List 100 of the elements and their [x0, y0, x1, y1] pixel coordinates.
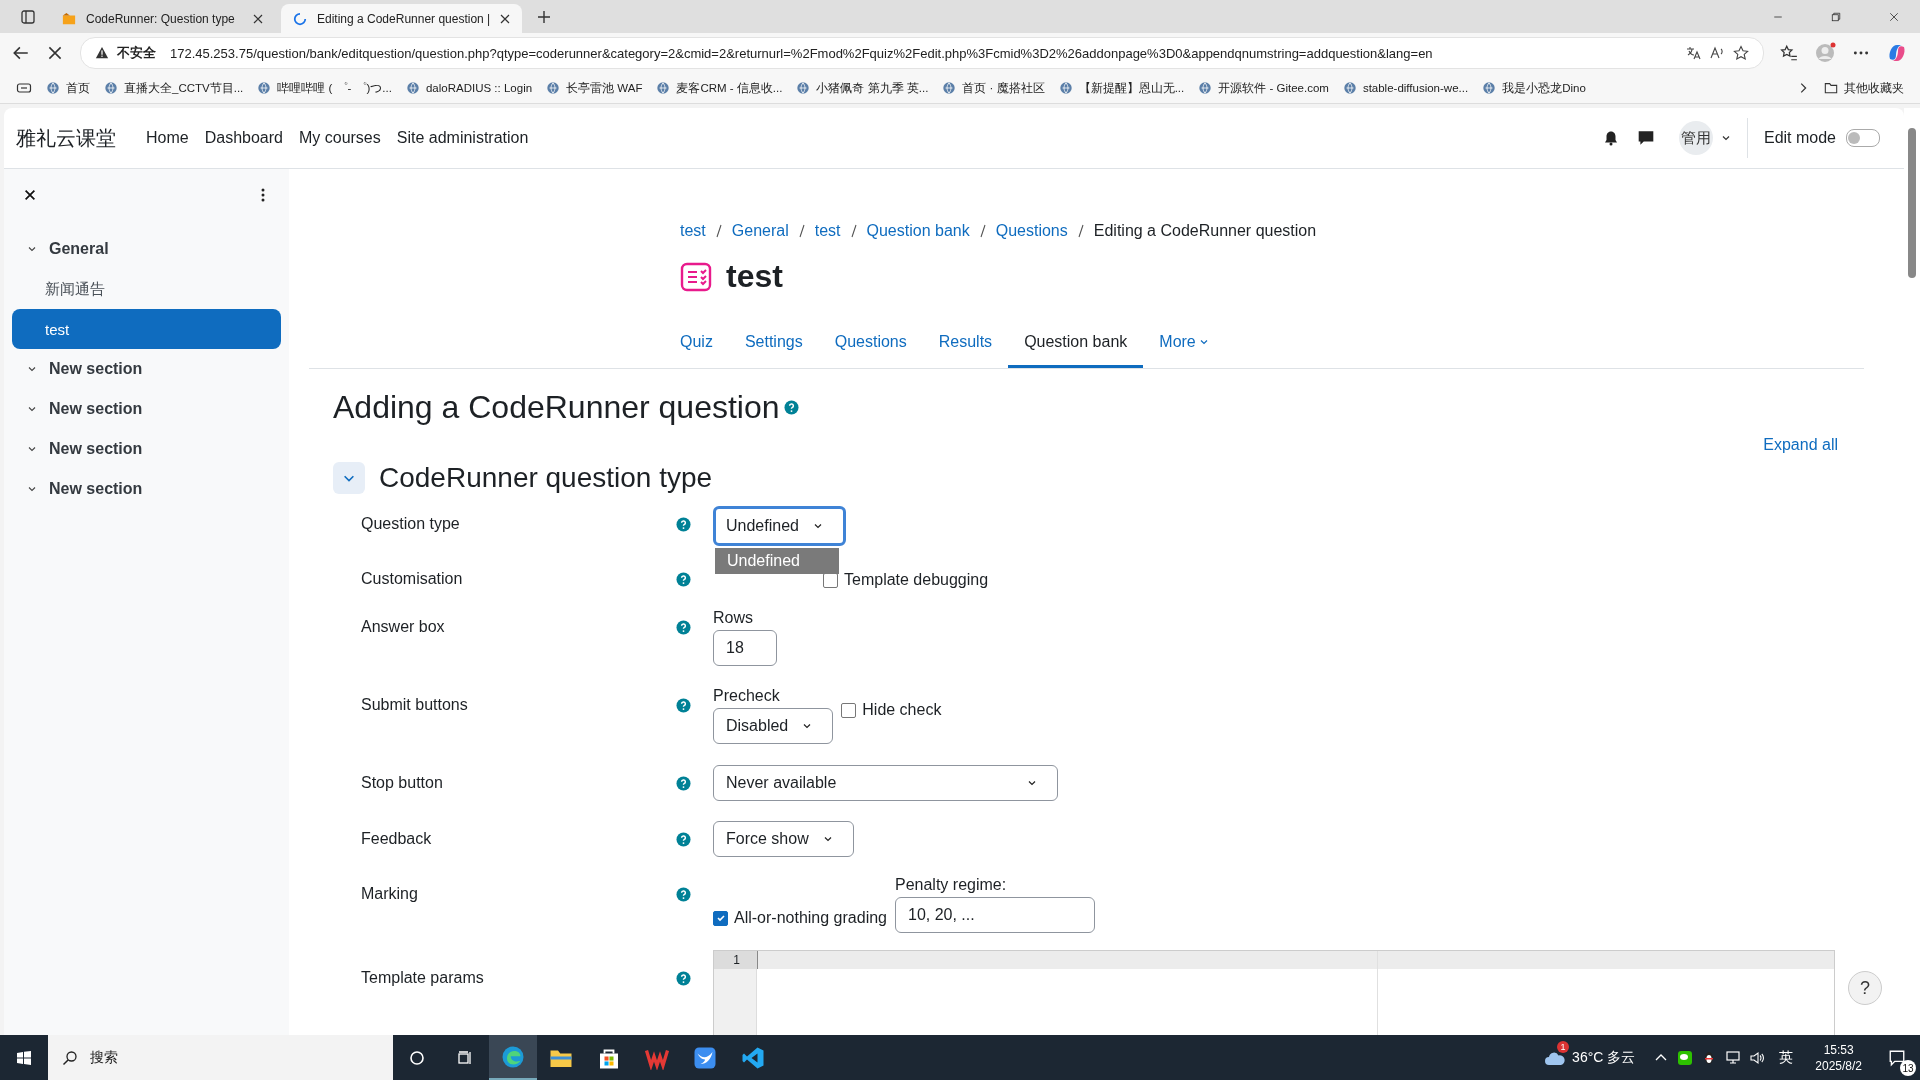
- reading-list-icon[interactable]: [16, 80, 32, 96]
- globe-icon: [1058, 81, 1073, 95]
- translate-icon[interactable]: [1685, 45, 1701, 61]
- breadcrumb-link[interactable]: Question bank: [866, 222, 970, 240]
- bookmark[interactable]: stable-diffusion-we...: [1342, 81, 1469, 95]
- star-icon[interactable]: [1733, 45, 1749, 61]
- number-field[interactable]: 18: [713, 630, 777, 666]
- help-icon[interactable]: [676, 887, 691, 902]
- section-toggle[interactable]: New section: [12, 349, 281, 389]
- read-aloud-icon[interactable]: [1709, 45, 1725, 61]
- browser-tab[interactable]: Editing a CodeRunner question |: [281, 4, 523, 33]
- text-field[interactable]: 10, 20, ...: [895, 897, 1095, 933]
- bell-icon[interactable]: [1602, 130, 1619, 146]
- nav-link[interactable]: My courses: [298, 129, 381, 147]
- bookmark[interactable]: 麦客CRM - 信息收...: [656, 80, 783, 96]
- nav-tab[interactable]: Settings: [728, 321, 819, 368]
- select-dropdown[interactable]: Never available: [713, 765, 1058, 801]
- notification-count: 13: [1900, 1060, 1916, 1076]
- scrollbar[interactable]: [1904, 108, 1920, 1035]
- help-button[interactable]: ?: [1848, 971, 1882, 1005]
- section-toggle[interactable]: New section: [12, 389, 281, 429]
- help-icon[interactable]: [676, 572, 691, 587]
- breadcrumb-link[interactable]: General: [731, 222, 789, 240]
- help-icon[interactable]: [676, 620, 691, 635]
- breadcrumb-link[interactable]: Questions: [995, 222, 1068, 240]
- edit-mode-toggle[interactable]: [1846, 129, 1880, 147]
- address-field[interactable]: 不安全 172.45.253.75/question/bank/editquestion/question.php?qtype=coderunner&category=2&cmid=2&returnurl=%2Fmod%2Fquiz%2Fedit.php%3Fcmid%3D2%26addonpage%3D0&appendqnumstring=addquestion&lang=en: [80, 37, 1764, 69]
- bookmark[interactable]: 首页 · 魔搭社区: [942, 80, 1045, 96]
- dropdown-option[interactable]: Undefined: [715, 548, 839, 574]
- checkbox[interactable]: Hide check: [841, 701, 942, 719]
- browser-tab[interactable]: CodeRunner: Question type: [50, 4, 275, 33]
- field-label: Customisation: [361, 569, 464, 588]
- globe-icon: [46, 81, 60, 95]
- other-bookmarks[interactable]: 其他收藏夹: [1824, 80, 1904, 96]
- bookmark[interactable]: 【新提醒】恩山无...: [1058, 80, 1185, 96]
- help-icon[interactable]: [676, 776, 691, 791]
- globe-icon: [796, 81, 811, 95]
- select-dropdown[interactable]: Disabled: [713, 708, 834, 744]
- nav-link[interactable]: Site administration: [396, 129, 529, 147]
- breadcrumb-separator-icon: [798, 224, 805, 238]
- taskbar-search-field[interactable]: 搜索: [48, 1035, 393, 1080]
- line-number: 1: [714, 951, 756, 969]
- close-icon[interactable]: [23, 188, 37, 202]
- section-toggle[interactable]: New section: [12, 429, 281, 469]
- back-icon[interactable]: [12, 44, 30, 62]
- bookmark[interactable]: 开源软件 - Gitee.com: [1198, 80, 1329, 96]
- bookmark[interactable]: daloRADIUS :: Login: [405, 81, 533, 95]
- nav-tab[interactable]: Quiz: [664, 321, 729, 368]
- bookmark[interactable]: 直播大全_CCTV节目...: [104, 80, 244, 96]
- nav-link[interactable]: Dashboard: [204, 129, 283, 147]
- tab-actions-icon[interactable]: [20, 8, 36, 25]
- breadcrumb-separator-icon: [715, 224, 722, 238]
- code-editor[interactable]: 1: [713, 950, 1835, 1035]
- notification-button[interactable]: 13: [1874, 1035, 1920, 1080]
- user-avatar[interactable]: 管用: [1678, 121, 1713, 155]
- nav-tab[interactable]: Results: [922, 321, 1009, 368]
- breadcrumb-link[interactable]: test: [680, 222, 706, 240]
- bookmark[interactable]: 小猪佩奇 第九季 英...: [796, 80, 929, 96]
- checkbox[interactable]: Template debugging: [823, 571, 989, 589]
- expand-all-link[interactable]: Expand all: [1763, 436, 1838, 454]
- bookmark[interactable]: 首页: [46, 80, 90, 96]
- chat-icon[interactable]: [1636, 129, 1655, 147]
- bookmark[interactable]: 我是小恐龙Dino: [1482, 80, 1586, 96]
- favorites-icon[interactable]: [1780, 44, 1798, 62]
- help-icon[interactable]: [676, 517, 691, 532]
- bookmark[interactable]: 哔哩哔哩 ( ゜- ゜)つ...: [257, 80, 392, 96]
- browser-taskbar-icon[interactable]: [489, 1035, 537, 1080]
- close-icon[interactable]: [253, 13, 263, 24]
- section-toggle[interactable]: General: [12, 229, 281, 269]
- site-name[interactable]: 雅礼云课堂: [16, 124, 116, 152]
- checkbox[interactable]: All-or-nothing grading: [713, 909, 887, 927]
- field-caption: Precheck: [713, 687, 781, 705]
- new-tab-icon[interactable]: [536, 8, 553, 25]
- nav-tab[interactable]: More: [1143, 321, 1225, 368]
- sidebar-item[interactable]: test: [12, 309, 281, 349]
- bookmark[interactable]: 长亭雷池 WAF: [546, 80, 643, 96]
- help-icon[interactable]: [676, 698, 691, 713]
- section-toggle[interactable]: New section: [12, 469, 281, 509]
- select-dropdown[interactable]: Force show: [713, 821, 854, 857]
- weather-badge: 1: [1557, 1041, 1570, 1053]
- search-icon: [62, 1049, 78, 1066]
- input-method-indicator[interactable]: 英: [1779, 1048, 1794, 1067]
- select-dropdown[interactable]: Undefined: [713, 506, 846, 546]
- close-icon[interactable]: [500, 13, 511, 24]
- nav-tab[interactable]: Question bank: [1008, 321, 1144, 368]
- caret-icon[interactable]: [1720, 133, 1731, 143]
- weather-widget[interactable]: 1 36°C 多云: [1544, 1035, 1636, 1080]
- breadcrumb-separator-icon: [850, 224, 857, 238]
- help-icon[interactable]: [676, 832, 691, 847]
- nav-tab[interactable]: Questions: [818, 321, 923, 368]
- edit-mode-label: Edit mode: [1763, 129, 1836, 147]
- globe-icon: [656, 81, 671, 95]
- breadcrumb-link[interactable]: test: [814, 222, 841, 240]
- help-icon[interactable]: [783, 400, 799, 415]
- help-icon[interactable]: [676, 971, 691, 986]
- stop-loading-icon[interactable]: [46, 44, 64, 62]
- nav-link[interactable]: Home: [146, 129, 189, 147]
- clock[interactable]: 15:53 2025/8/2: [1815, 1041, 1862, 1074]
- sidebar-item[interactable]: 新闻通告: [12, 269, 281, 309]
- profile-icon[interactable]: [1814, 42, 1836, 64]
